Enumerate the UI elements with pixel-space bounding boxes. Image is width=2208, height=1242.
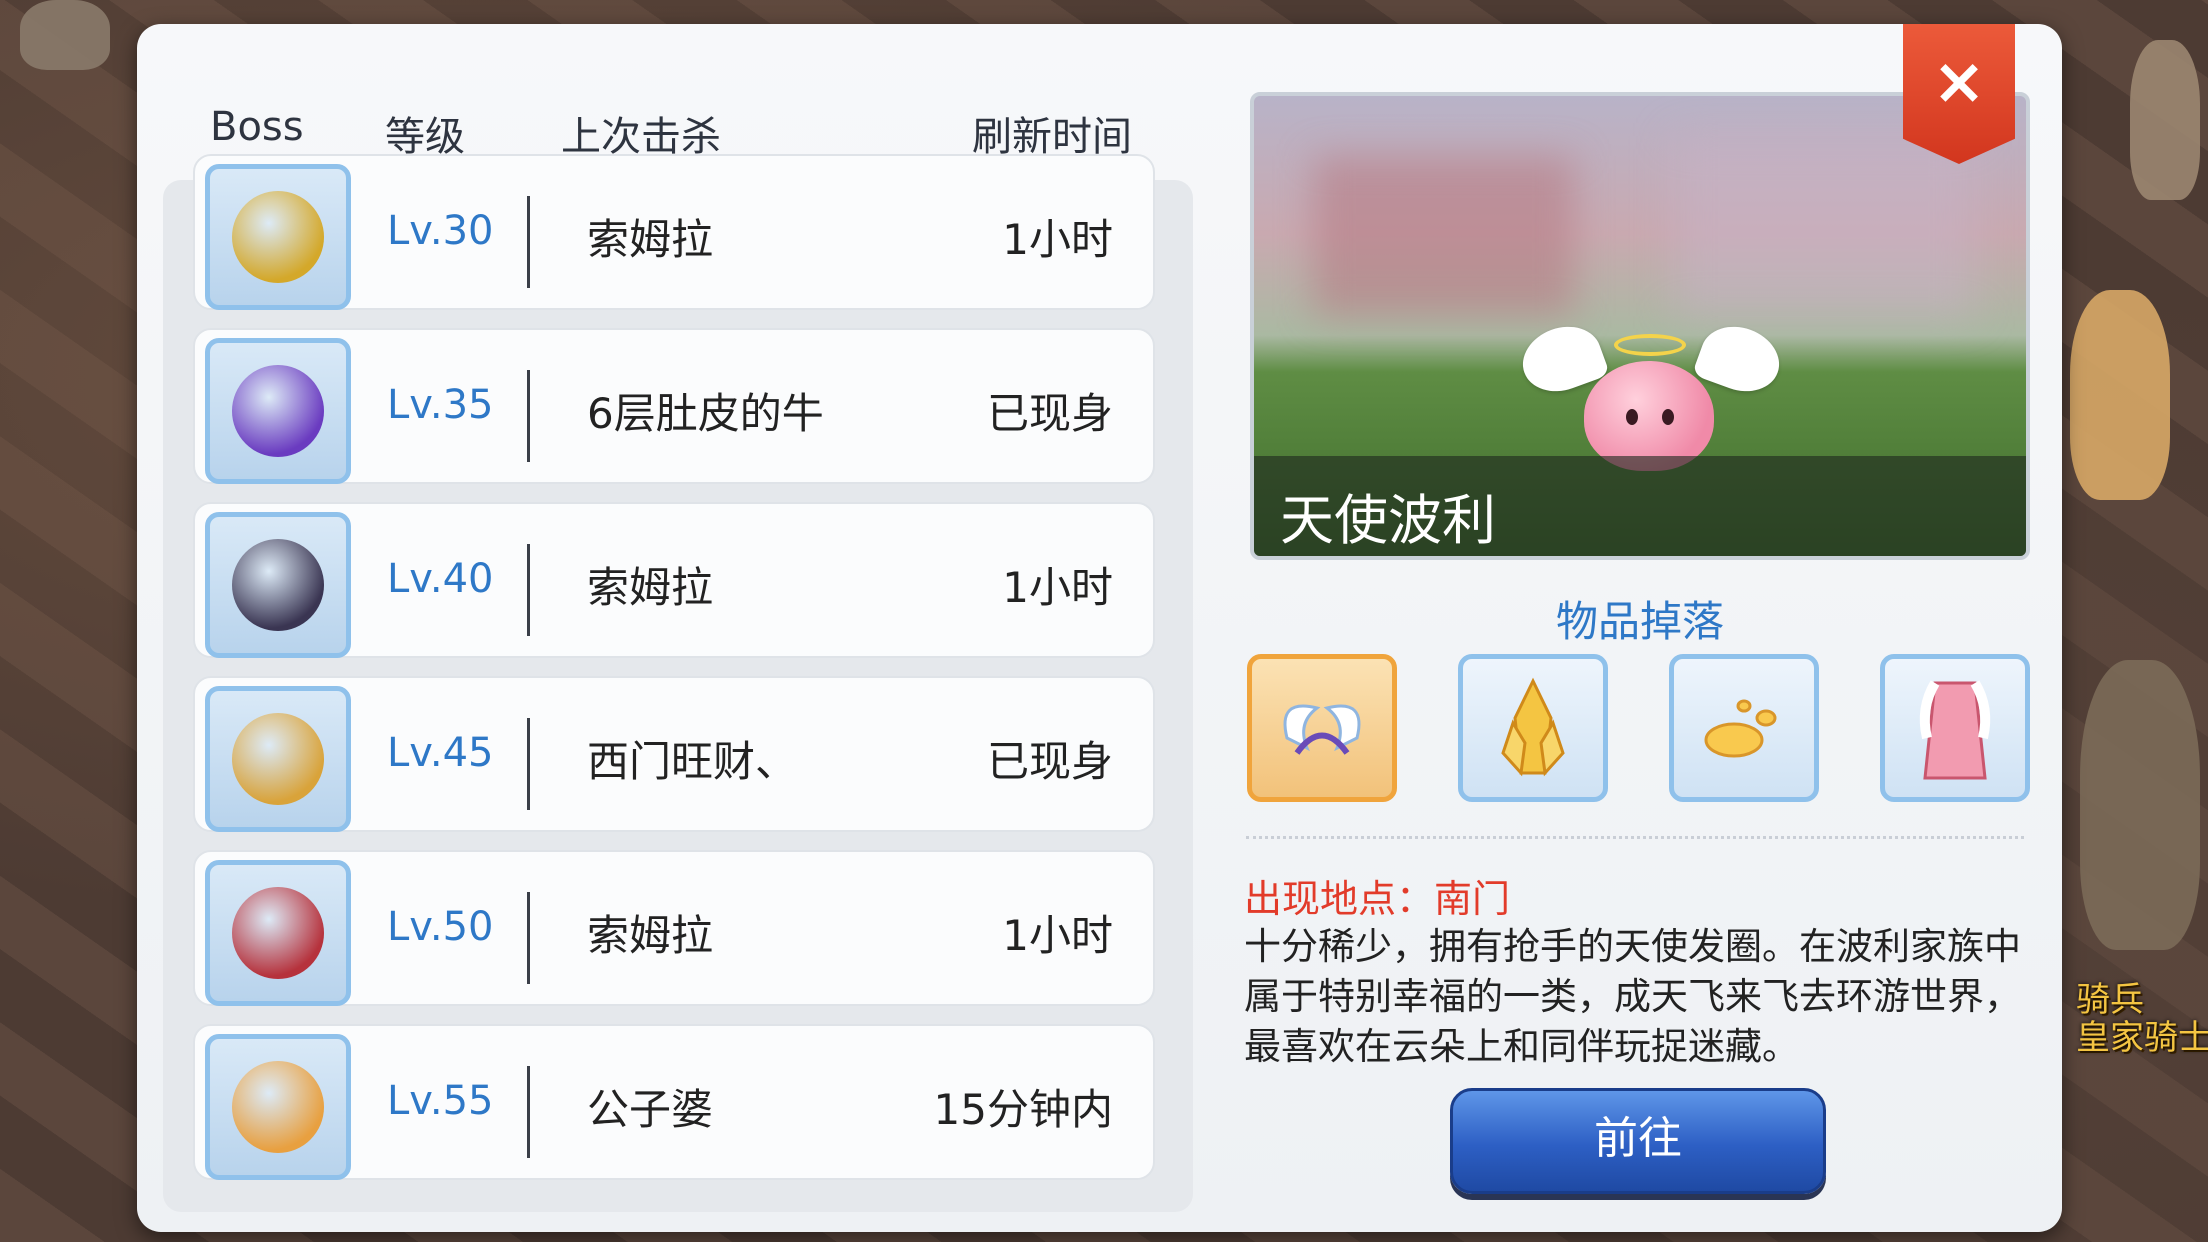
boss-row[interactable]: Lv.35 6层肚皮的牛 已现身 <box>193 328 1155 484</box>
boss-portrait-icon <box>232 539 324 631</box>
column-separator <box>527 892 530 984</box>
boss-avatar <box>205 338 351 484</box>
boss-avatar <box>205 512 351 658</box>
boss-name: 天使波利 <box>1280 489 1496 552</box>
boss-row[interactable]: Lv.45 西门旺财、 已现身 <box>193 676 1155 832</box>
divider <box>1246 836 2024 839</box>
column-separator <box>527 370 530 462</box>
boss-preview: 天使波利 <box>1250 92 2030 560</box>
angel-wing-headband-icon <box>1283 704 1361 755</box>
refresh-time: 1小时 <box>1002 563 1113 612</box>
boss-level: Lv.50 <box>387 904 494 950</box>
background-character <box>20 0 110 70</box>
go-button[interactable]: 前往 <box>1450 1088 1826 1194</box>
last-killer-name: 索姆拉 <box>587 911 714 960</box>
last-killer-name: 索姆拉 <box>587 215 714 264</box>
angel-poring-model <box>1584 361 1714 471</box>
boss-portrait-icon <box>232 713 324 805</box>
column-separator <box>527 544 530 636</box>
boss-avatar <box>205 686 351 832</box>
refresh-time: 已现身 <box>986 389 1113 438</box>
last-killer-name: 索姆拉 <box>587 563 714 612</box>
background-character <box>2080 660 2200 950</box>
drop-item-jellopy[interactable] <box>1669 654 1819 802</box>
robe-icon <box>1919 680 1991 780</box>
boss-row[interactable]: Lv.40 索姆拉 1小时 <box>193 502 1155 658</box>
drop-item-angel-wing-headband[interactable] <box>1247 654 1397 802</box>
refresh-time: 已现身 <box>986 737 1113 786</box>
last-killer-name: 公子婆 <box>587 1085 714 1134</box>
column-separator <box>527 1066 530 1158</box>
boss-portrait-icon <box>232 191 324 283</box>
spawn-location: 出现地点：南门 <box>1244 877 1511 921</box>
boss-row[interactable]: Lv.50 索姆拉 1小时 <box>193 850 1155 1006</box>
last-killer-name: 6层肚皮的牛 <box>587 389 824 438</box>
boss-avatar <box>205 1034 351 1180</box>
refresh-time: 15分钟内 <box>933 1085 1113 1134</box>
close-icon: × <box>1932 45 1986 119</box>
boss-portrait-icon <box>232 887 324 979</box>
background-character <box>2070 290 2170 500</box>
boss-level: Lv.35 <box>387 382 494 428</box>
boss-name-bar: 天使波利 <box>1254 456 2026 556</box>
jellopy-icon <box>1704 699 1777 758</box>
drops-title: 物品掉落 <box>1555 597 1724 646</box>
halo-icon <box>1614 334 1686 356</box>
boss-row[interactable]: Lv.30 索姆拉 1小时 <box>193 154 1155 310</box>
close-button[interactable]: × <box>1903 24 2015 164</box>
boss-portrait-icon <box>232 365 324 457</box>
background-character <box>2130 40 2200 200</box>
header-boss: Boss <box>210 104 304 150</box>
last-killer-name: 西门旺财、 <box>587 737 798 786</box>
refresh-time: 1小时 <box>1002 215 1113 264</box>
boss-level: Lv.45 <box>387 730 494 776</box>
npc-name-label: 皇家骑士 <box>2076 1018 2208 1058</box>
boss-panel: Boss 等级 上次击杀 刷新时间 Lv.30 索姆拉 1小时 Lv.35 6层肚皮的牛… <box>137 24 2062 1232</box>
npc-name-label: 骑兵 <box>2076 980 2144 1020</box>
drop-item-crystal[interactable] <box>1458 654 1608 802</box>
column-separator <box>527 718 530 810</box>
boss-description: 十分稀少，拥有抢手的天使发圈。在波利家族中属于特别幸福的一类，成天飞来飞去环游世… <box>1244 925 2021 1068</box>
boss-level: Lv.40 <box>387 556 494 602</box>
boss-avatar <box>205 164 351 310</box>
crystal-icon <box>1501 677 1565 777</box>
wing-right-icon <box>1691 316 1789 402</box>
boss-level: Lv.30 <box>387 208 494 254</box>
boss-avatar <box>205 860 351 1006</box>
refresh-time: 1小时 <box>1002 911 1113 960</box>
boss-portrait-icon <box>232 1061 324 1153</box>
boss-row[interactable]: Lv.55 公子婆 15分钟内 <box>193 1024 1155 1180</box>
boss-level: Lv.55 <box>387 1078 494 1124</box>
column-separator <box>527 196 530 288</box>
drop-item-robe[interactable] <box>1880 654 2030 802</box>
